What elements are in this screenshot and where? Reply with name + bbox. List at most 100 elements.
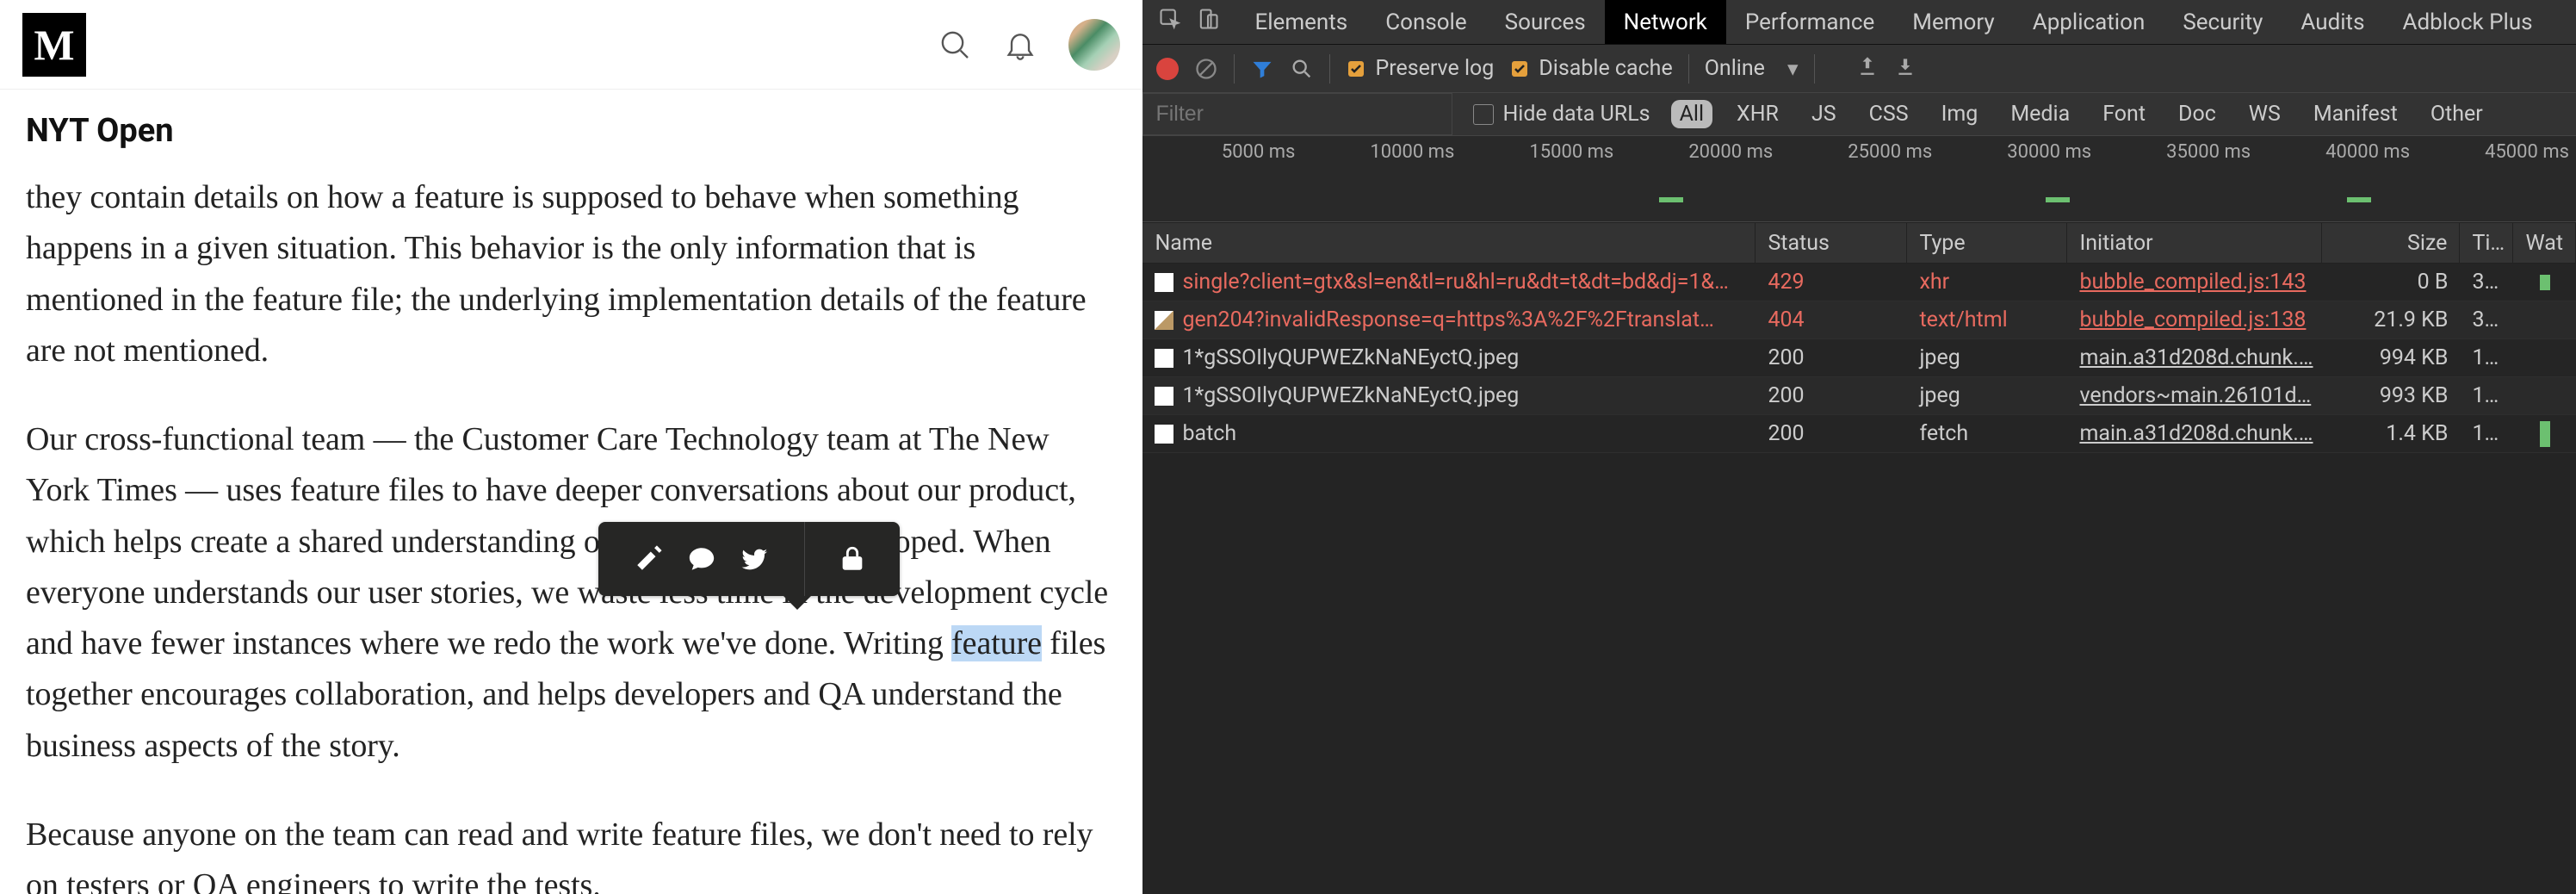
col-status[interactable]: Status: [1756, 223, 1907, 263]
inspect-icon[interactable]: [1158, 7, 1182, 37]
filter-chip-ws[interactable]: WS: [2240, 100, 2289, 128]
request-type: xhr: [1907, 264, 2067, 301]
table-row[interactable]: gen204?invalidResponse=q=https%3A%2F%2Ft…: [1142, 301, 2576, 339]
request-time: 1…: [2460, 377, 2513, 414]
file-icon: [1155, 273, 1173, 292]
download-icon[interactable]: [1894, 54, 1917, 83]
highlight-icon[interactable]: [634, 544, 663, 574]
timeline-label: 25000 ms: [1780, 141, 1939, 163]
avatar[interactable]: [1068, 19, 1120, 71]
filter-chip-js[interactable]: JS: [1803, 100, 1845, 128]
request-name: single?client=gtx&sl=en&tl=ru&hl=ru&dt=t…: [1182, 270, 1728, 295]
col-time[interactable]: Ti…: [2460, 223, 2513, 263]
disable-cache-checkbox[interactable]: Disable cache: [1509, 56, 1672, 81]
bell-icon[interactable]: [1003, 28, 1037, 62]
devtools-pane: ElementsConsoleSourcesNetworkPerformance…: [1142, 0, 2576, 894]
search-icon[interactable]: [938, 28, 972, 62]
filter-chip-media[interactable]: Media: [2002, 100, 2078, 128]
request-type: text/html: [1907, 301, 2067, 338]
col-initiator[interactable]: Initiator: [2067, 223, 2322, 263]
network-toolbar: Preserve log Disable cache Online ▾: [1142, 45, 2576, 93]
filter-chip-doc[interactable]: Doc: [2170, 100, 2225, 128]
request-status: 404: [1756, 301, 1907, 338]
tab-sources[interactable]: Sources: [1486, 0, 1605, 44]
timeline-label: 15000 ms: [1461, 141, 1620, 163]
request-name: gen204?invalidResponse=q=https%3A%2F%2Ft…: [1182, 307, 1713, 332]
paragraph: Our cross-functional team — the Customer…: [26, 414, 1117, 772]
record-button[interactable]: [1156, 58, 1179, 80]
tab-application[interactable]: Application: [2014, 0, 2164, 44]
request-initiator[interactable]: bubble_compiled.js:138: [2067, 301, 2322, 338]
file-icon: [1155, 387, 1173, 406]
col-type[interactable]: Type: [1907, 223, 2067, 263]
filter-chip-all[interactable]: All: [1671, 100, 1712, 128]
search-icon[interactable]: [1290, 57, 1314, 81]
request-size: 21.9 KB: [2322, 301, 2460, 338]
filter-chip-manifest[interactable]: Manifest: [2305, 100, 2406, 128]
request-waterfall: [2513, 377, 2576, 414]
chevron-down-icon: ▾: [1787, 56, 1799, 82]
request-time: 1…: [2460, 339, 2513, 376]
request-initiator[interactable]: main.a31d208d.chunk.…: [2067, 415, 2322, 452]
tab-network[interactable]: Network: [1605, 0, 1726, 44]
col-name[interactable]: Name: [1142, 223, 1756, 263]
article-pane: M NYT Open they contain details on how a…: [0, 0, 1142, 894]
tab-console[interactable]: Console: [1366, 0, 1485, 44]
top-bar: M: [0, 0, 1142, 90]
request-size: 0 B: [2322, 264, 2460, 301]
request-type: jpeg: [1907, 339, 2067, 376]
table-row[interactable]: single?client=gtx&sl=en&tl=ru&hl=ru&dt=t…: [1142, 264, 2576, 301]
text-selection: feature: [951, 625, 1042, 661]
site-section[interactable]: NYT Open: [0, 90, 1142, 172]
col-size[interactable]: Size: [2322, 223, 2460, 263]
request-size: 993 KB: [2322, 377, 2460, 414]
lock-icon[interactable]: [838, 544, 867, 574]
filter-icon[interactable]: [1250, 57, 1274, 81]
paragraph: Because anyone on the team can read and …: [26, 810, 1117, 894]
selection-tooltip: [598, 522, 900, 596]
request-status: 200: [1756, 377, 1907, 414]
upload-icon[interactable]: [1856, 54, 1879, 83]
filter-input[interactable]: [1142, 93, 1452, 135]
request-waterfall: [2513, 301, 2576, 338]
request-initiator[interactable]: main.a31d208d.chunk.…: [2067, 339, 2322, 376]
tab-elements[interactable]: Elements: [1235, 0, 1366, 44]
paragraph: they contain details on how a feature is…: [26, 172, 1117, 376]
filter-bar: Hide data URLs AllXHRJSCSSImgMediaFontDo…: [1142, 93, 2576, 136]
hide-urls-checkbox[interactable]: [1473, 104, 1494, 125]
comment-icon[interactable]: [687, 544, 716, 574]
filter-chip-font[interactable]: Font: [2094, 100, 2154, 128]
article-body: they contain details on how a feature is…: [0, 172, 1142, 894]
table-row[interactable]: 1*gSSOIlyQUPWEZkNaNEyctQ.jpeg 200jpegvend…: [1142, 377, 2576, 415]
tab-security[interactable]: Security: [2164, 0, 2282, 44]
filter-chip-xhr[interactable]: XHR: [1728, 100, 1787, 128]
tab-adblock-plus[interactable]: Adblock Plus: [2384, 0, 2552, 44]
device-icon[interactable]: [1196, 7, 1220, 37]
request-name: 1*gSSOIlyQUPWEZkNaNEyctQ.jpeg: [1182, 345, 1519, 370]
request-initiator[interactable]: vendors~main.26101d…: [2067, 377, 2322, 414]
clear-icon[interactable]: [1194, 57, 1218, 81]
timeline-label: 40000 ms: [2257, 141, 2417, 163]
request-size: 1.4 KB: [2322, 415, 2460, 452]
table-row[interactable]: batch200fetchmain.a31d208d.chunk.…1.4 KB…: [1142, 415, 2576, 453]
request-time: 1…: [2460, 415, 2513, 452]
filter-chip-other[interactable]: Other: [2422, 100, 2492, 128]
request-name: 1*gSSOIlyQUPWEZkNaNEyctQ.jpeg: [1182, 383, 1519, 408]
throttling-select[interactable]: Online ▾: [1705, 56, 1799, 82]
table-row[interactable]: 1*gSSOIlyQUPWEZkNaNEyctQ.jpeg200jpegmain…: [1142, 339, 2576, 377]
request-initiator[interactable]: bubble_compiled.js:143: [2067, 264, 2322, 301]
filter-chip-css[interactable]: CSS: [1861, 100, 1917, 128]
tab-performance[interactable]: Performance: [1726, 0, 1893, 44]
filter-chip-img[interactable]: Img: [1933, 100, 1987, 128]
twitter-icon[interactable]: [740, 544, 770, 574]
tab-audits[interactable]: Audits: [2282, 0, 2383, 44]
timeline[interactable]: 5000 ms10000 ms15000 ms20000 ms25000 ms3…: [1142, 136, 2576, 222]
timeline-label: 20000 ms: [1620, 141, 1780, 163]
medium-logo[interactable]: M: [22, 13, 86, 77]
request-status: 200: [1756, 415, 1907, 452]
preserve-log-checkbox[interactable]: Preserve log: [1346, 56, 1494, 81]
tab-memory[interactable]: Memory: [1893, 0, 2013, 44]
col-waterfall[interactable]: Wat: [2513, 223, 2576, 263]
file-icon: [1155, 349, 1173, 368]
request-type: jpeg: [1907, 377, 2067, 414]
